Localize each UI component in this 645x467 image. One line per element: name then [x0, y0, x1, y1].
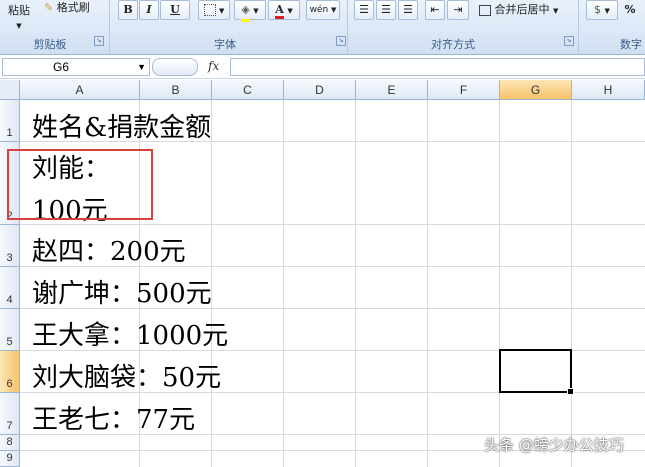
watermark: 头条 @螃少办公技巧: [484, 436, 624, 454]
cell-a1[interactable]: 姓名&捐款金额: [32, 107, 211, 144]
phonetic-button[interactable]: wén ▼: [306, 0, 340, 20]
column-header-d[interactable]: D: [284, 80, 356, 100]
column-header-g[interactable]: G: [500, 80, 572, 100]
merge-center-label: 合并后居中: [494, 3, 550, 16]
paste-label: 粘贴: [8, 4, 30, 17]
active-cell-selection[interactable]: [499, 349, 574, 395]
column-header-f[interactable]: F: [428, 80, 500, 100]
chevron-down-icon: ▼: [16, 22, 22, 30]
row-number: 7: [6, 420, 13, 432]
row-number: 3: [6, 252, 13, 264]
brush-icon: ✎: [44, 1, 54, 14]
fill-color-button[interactable]: ◈ ▼: [234, 0, 266, 22]
cell-a4[interactable]: 谢广坤：500元: [32, 273, 212, 310]
decrease-indent-icon: ⇤: [430, 3, 440, 16]
chevron-down-icon: ▼: [553, 7, 559, 15]
currency-icon: $: [594, 3, 602, 16]
bold-button[interactable]: B: [118, 0, 138, 20]
row-header-8[interactable]: 8: [0, 435, 20, 451]
chevron-down-icon: ▼: [331, 6, 337, 14]
format-painter-button[interactable]: ✎ 格式刷: [44, 0, 90, 16]
row-header-1[interactable]: 1: [0, 100, 20, 142]
cell-a6[interactable]: 刘大脑袋：50元: [32, 357, 221, 394]
gridline: [427, 100, 428, 467]
percent-button[interactable]: %: [620, 0, 640, 20]
underline-button[interactable]: U: [160, 0, 190, 20]
annotation-highlight-box: [7, 149, 153, 220]
ribbon: 粘贴 ▼ ✎ 格式刷 剪贴板 ↘ B I U ▼ ◈ ▼ A ▼ wén ▼ 字…: [0, 0, 645, 55]
align-left-icon: ☰: [359, 3, 369, 16]
formula-bar-expander[interactable]: [152, 58, 198, 76]
font-color-icon: A: [275, 3, 284, 19]
dialog-launcher-icon[interactable]: ↘: [564, 36, 574, 46]
chevron-down-icon: ▼: [287, 7, 293, 15]
gridline: [499, 100, 500, 467]
name-box[interactable]: G6 ▼: [2, 58, 150, 76]
row-number: 4: [6, 294, 13, 306]
merge-cells-icon: [479, 4, 491, 16]
font-group-label: 字体: [214, 38, 236, 51]
chevron-down-icon: ▼: [253, 7, 259, 15]
chevron-down-icon[interactable]: ▼: [137, 59, 146, 75]
italic-button[interactable]: I: [139, 0, 159, 20]
formula-bar: G6 ▼ fx: [0, 56, 645, 79]
borders-button[interactable]: ▼: [198, 0, 230, 20]
format-painter-label: 格式刷: [56, 1, 90, 14]
row-number: 8: [6, 436, 13, 448]
row-number: 1: [6, 127, 13, 139]
align-right-button[interactable]: ☰: [398, 0, 418, 20]
clipboard-group-label: 剪贴板: [33, 38, 67, 51]
alignment-group-label: 对齐方式: [431, 38, 475, 51]
group-divider: [578, 0, 579, 54]
row-number: 5: [6, 336, 13, 348]
phonetic-icon: wén: [309, 5, 329, 15]
row-header-4[interactable]: 4: [0, 267, 20, 309]
column-header-b[interactable]: B: [140, 80, 212, 100]
font-color-button[interactable]: A ▼: [268, 0, 300, 20]
cell-a3[interactable]: 赵四：200元: [32, 231, 186, 268]
gridline: [283, 100, 284, 467]
chevron-down-icon: ▼: [219, 7, 225, 15]
cell-a7[interactable]: 王老七：77元: [32, 399, 195, 436]
select-all-corner[interactable]: [0, 80, 20, 100]
row-number: 6: [6, 378, 13, 390]
insert-function-icon[interactable]: fx: [208, 58, 228, 74]
increase-indent-icon: ⇥: [453, 3, 463, 16]
align-left-button[interactable]: ☰: [354, 0, 374, 20]
paint-bucket-icon: ◈: [241, 1, 250, 22]
column-header-e[interactable]: E: [356, 80, 428, 100]
dialog-launcher-icon[interactable]: ↘: [94, 36, 104, 46]
row-header-5[interactable]: 5: [0, 309, 20, 351]
gridline: [571, 100, 572, 467]
gridline: [355, 100, 356, 467]
gridline: [20, 224, 645, 225]
increase-indent-button[interactable]: ⇥: [447, 0, 469, 20]
column-header-c[interactable]: C: [212, 80, 284, 100]
number-group-label: 数字: [620, 38, 642, 51]
row-number: 9: [6, 452, 13, 464]
paste-button[interactable]: 粘贴 ▼: [4, 0, 34, 30]
row-header-3[interactable]: 3: [0, 225, 20, 267]
name-box-value: G6: [53, 60, 70, 74]
align-center-button[interactable]: ☰: [376, 0, 396, 20]
borders-icon: [203, 4, 216, 16]
column-header-a[interactable]: A: [20, 80, 140, 100]
formula-input[interactable]: [230, 58, 645, 76]
merge-center-button[interactable]: 合并后居中 ▼: [478, 0, 574, 20]
align-right-icon: ☰: [403, 3, 413, 16]
cell-a5[interactable]: 王大拿：1000元: [32, 315, 228, 352]
decrease-indent-button[interactable]: ⇤: [425, 0, 445, 20]
fill-handle[interactable]: [567, 388, 574, 395]
row-header-6[interactable]: 6: [0, 351, 20, 393]
chevron-down-icon: ▼: [604, 7, 610, 15]
row-header-7[interactable]: 7: [0, 393, 20, 435]
column-header-h[interactable]: H: [572, 80, 645, 100]
align-center-icon: ☰: [381, 3, 391, 16]
dialog-launcher-icon[interactable]: ↘: [336, 36, 346, 46]
row-header-9[interactable]: 9: [0, 451, 20, 467]
number-format-button[interactable]: $ ▼: [586, 0, 618, 20]
